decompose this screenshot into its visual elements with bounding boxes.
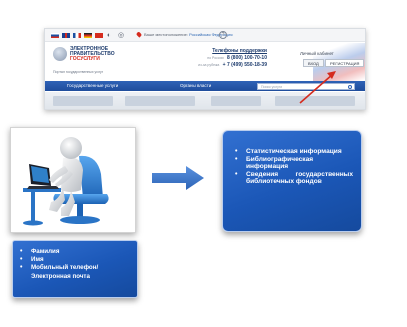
support-free-row: по России 8 (800) 100-70-10 xyxy=(167,55,267,61)
search-placeholder: Поиск услуги xyxy=(261,84,283,89)
search-icon[interactable] xyxy=(348,84,352,89)
content-placeholder xyxy=(211,96,261,106)
support-phones: Телефоны поддержки по России 8 (800) 100… xyxy=(167,48,267,68)
list-item: Имя xyxy=(19,256,131,264)
location-prefix: Ваше местоположение: xyxy=(144,32,188,37)
content-placeholder xyxy=(275,96,355,106)
login-button[interactable]: ВХОД xyxy=(303,59,324,67)
info-box: Статистическая информация Библиографичес… xyxy=(222,130,362,232)
register-button[interactable]: РЕГИСТРАЦИЯ xyxy=(325,59,365,67)
portal-topbar: ◐ ◎ Ваше местоположение: Российская Феде… xyxy=(45,29,365,42)
support-paid-label: из-за рубежа xyxy=(198,63,220,67)
search-input[interactable]: Поиск услуги xyxy=(257,82,355,90)
list-item: Статистическая информация xyxy=(235,148,353,156)
flag-ru-icon[interactable] xyxy=(51,33,59,38)
user-illustration xyxy=(10,127,136,233)
user-data-box: Фамилия Имя Мобильный телефон/Электронна… xyxy=(12,240,138,298)
portal-screenshot: ◐ ◎ Ваше местоположение: Российская Феде… xyxy=(44,28,366,110)
list-item: Фамилия xyxy=(19,248,131,256)
nav-authorities[interactable]: Органы власти xyxy=(180,83,211,88)
support-paid-row: из-за рубежа + 7 (499) 550-18-39 xyxy=(167,62,267,68)
portal-navbar: Государственные услуги Органы власти Пои… xyxy=(45,81,365,91)
user-data-list: Фамилия Имя Мобильный телефон/Электронна… xyxy=(19,248,131,281)
list-item: Мобильный телефон/Электронная почта xyxy=(19,264,131,280)
user-at-laptop-icon xyxy=(23,137,109,226)
list-item-text: Сведения государственных библиотечных фо… xyxy=(246,170,353,186)
cabinet-title: Личный кабинет xyxy=(300,51,334,56)
portal-tagline: Портал государственных услуг xyxy=(53,70,104,74)
help-icon[interactable]: ? xyxy=(219,31,227,39)
flag-de-icon[interactable] xyxy=(84,33,92,38)
accessibility-icon[interactable]: ◐ xyxy=(107,31,111,40)
flag-uk-icon[interactable] xyxy=(62,33,70,38)
nav-services[interactable]: Государственные услуги xyxy=(67,83,118,88)
arrow-right-icon xyxy=(152,166,204,190)
portal-logo[interactable]: ЭЛЕКТРОННОЕ ПРАВИТЕЛЬСТВО ГОСУСЛУГИ xyxy=(70,47,115,62)
support-title[interactable]: Телефоны поддержки xyxy=(167,48,267,54)
flag-cn-icon[interactable] xyxy=(95,33,103,38)
support-paid-number: + 7 (499) 550-18-39 xyxy=(222,62,267,68)
location-pin-icon xyxy=(135,31,143,38)
list-item-text: Библиографическая информация xyxy=(246,155,314,171)
support-free-label: по России xyxy=(207,56,224,60)
emblem-icon[interactable] xyxy=(53,47,67,61)
info-list: Статистическая информация Библиографичес… xyxy=(235,148,353,186)
support-free-number: 8 (800) 100-70-10 xyxy=(226,55,267,61)
logo-line3: ГОСУСЛУГИ xyxy=(70,56,100,62)
list-item: Библиографическая информация xyxy=(235,156,353,171)
list-item: Сведения государственных библиотечных фо… xyxy=(235,171,353,186)
flag-fr-icon[interactable] xyxy=(73,33,81,38)
content-placeholder xyxy=(125,96,195,106)
list-item-text: Статистическая информация xyxy=(246,148,342,155)
content-placeholder xyxy=(53,96,113,106)
globe-icon[interactable]: ◎ xyxy=(118,31,124,40)
